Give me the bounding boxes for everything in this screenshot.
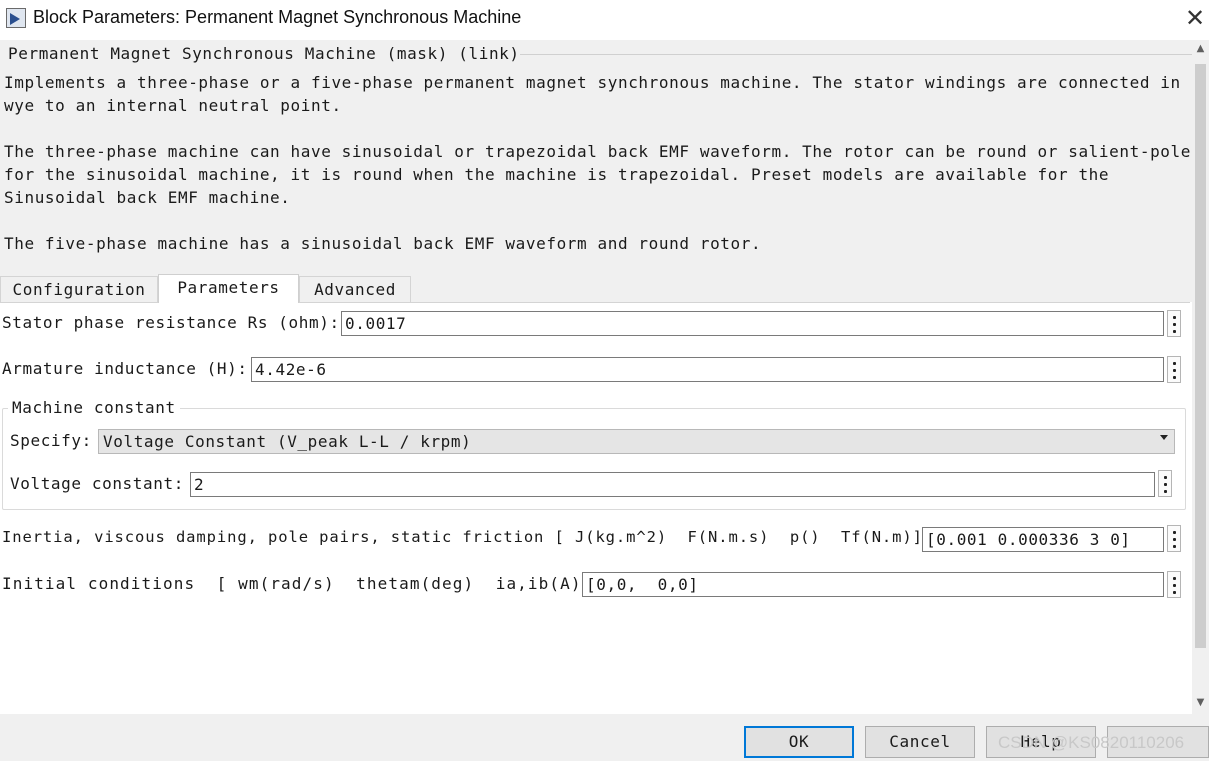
description-line: Implements a three-phase or a five-phase… [4,73,1181,92]
more-options-icon[interactable] [1167,525,1181,552]
watermark: CSDN @KS0820110206 [998,733,1185,752]
initial-conditions-field[interactable]: [0,0, 0,0] [582,572,1164,597]
group-divider [520,54,1192,55]
more-options-icon[interactable] [1158,470,1172,497]
inertia-field[interactable]: [0.001 0.000336 3 0] [922,527,1164,552]
window-title: Block Parameters: Permanent Magnet Synch… [33,7,522,27]
description-line: wye to an internal neutral point. [4,96,342,115]
stator-resistance-field[interactable]: 0.0017 [341,311,1164,336]
tab-configuration[interactable]: Configuration [0,276,158,302]
description-line: for the sinusoidal machine, it is round … [4,165,1110,184]
more-options-icon[interactable] [1167,356,1181,383]
inertia-label: Inertia, viscous damping, pole pairs, st… [2,528,934,546]
armature-inductance-field[interactable]: 4.42e-6 [251,357,1164,382]
ok-button[interactable]: OK [744,726,854,758]
description-group-title: Permanent Magnet Synchronous Machine (ma… [8,44,526,63]
cancel-button[interactable]: Cancel [865,726,975,758]
voltage-constant-label: Voltage constant: [10,474,184,493]
armature-inductance-label: Armature inductance (H): [2,359,248,378]
description-line: The three-phase machine can have sinusoi… [4,142,1192,161]
description-line: The five-phase machine has a sinusoidal … [4,234,762,253]
machine-constant-title: Machine constant [8,398,180,417]
specify-dropdown[interactable]: Voltage Constant (V_peak L-L / krpm) [98,429,1175,454]
scroll-up-icon[interactable]: ▲ [1194,42,1207,56]
more-options-icon[interactable] [1167,571,1181,598]
stator-resistance-label: Stator phase resistance Rs (ohm): [2,313,340,332]
scroll-thumb[interactable] [1195,64,1206,648]
tab-advanced[interactable]: Advanced [299,276,411,302]
scroll-down-icon[interactable]: ▼ [1194,696,1207,710]
close-icon[interactable]: ✕ [1182,6,1208,32]
chevron-down-icon[interactable] [1160,435,1168,440]
more-options-icon[interactable] [1167,310,1181,337]
initial-conditions-label: Initial conditions [ wm(rad/s) thetam(de… [2,574,614,593]
tab-parameters[interactable]: Parameters [158,274,299,303]
specify-label: Specify: [10,431,92,450]
voltage-constant-field[interactable]: 2 [190,472,1155,497]
simulink-block-icon [6,8,26,28]
description-line: Sinusoidal back EMF machine. [4,188,291,207]
